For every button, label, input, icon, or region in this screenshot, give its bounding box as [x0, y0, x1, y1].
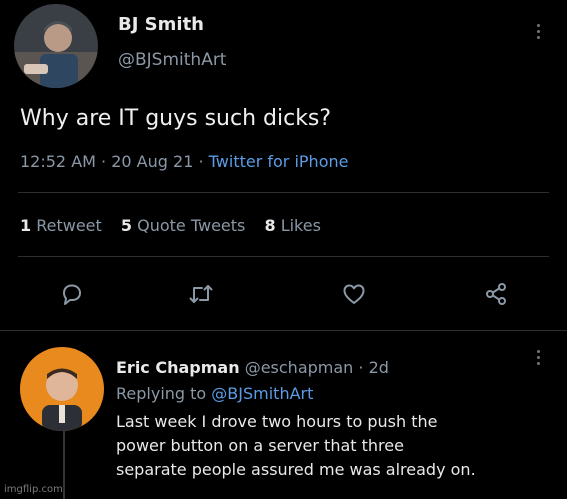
retweet-stat[interactable]: 1 Retweet	[20, 216, 102, 235]
meta-separator: ·	[198, 152, 204, 171]
divider	[18, 192, 549, 193]
author-name[interactable]: BJ Smith	[118, 14, 204, 35]
like-stat[interactable]: 8 Likes	[264, 216, 320, 235]
retweet-icon[interactable]	[187, 280, 215, 308]
more-options-icon[interactable]	[535, 24, 541, 42]
replying-prefix: Replying to	[116, 384, 207, 403]
tweet-meta: 12:52 AM · 20 Aug 21 · Twitter for iPhon…	[20, 152, 348, 171]
like-icon[interactable]	[340, 280, 368, 308]
quote-count: 5	[120, 216, 133, 235]
reply-separator: ·	[358, 358, 364, 377]
meta-separator: ·	[101, 152, 107, 171]
tweet-date[interactable]: 20 Aug 21	[111, 152, 193, 171]
reply-more-options-icon[interactable]	[535, 350, 541, 368]
reply-age[interactable]: 2d	[369, 358, 389, 377]
reply-author-name[interactable]: Eric Chapman	[116, 358, 240, 377]
reply-text: Last week I drove two hours to push the …	[116, 410, 556, 482]
reply-text-line: power button on a server that three	[116, 436, 404, 455]
retweet-count: 1	[20, 216, 32, 235]
reply-author-avatar[interactable]	[20, 347, 104, 431]
reply-icon[interactable]	[58, 280, 86, 308]
divider	[18, 256, 549, 257]
retweet-label: Retweet	[36, 216, 102, 235]
share-icon[interactable]	[482, 280, 510, 308]
reply-header: Eric Chapman @eschapman · 2d	[116, 358, 389, 377]
quote-stat[interactable]: 5 Quote Tweets	[121, 216, 245, 235]
author-avatar[interactable]	[14, 4, 98, 88]
reply-text-line: Last week I drove two hours to push the	[116, 412, 438, 431]
replying-mention[interactable]: @BJSmithArt	[211, 384, 313, 403]
author-handle[interactable]: @BJSmithArt	[118, 50, 226, 70]
reply-author-handle[interactable]: @eschapman	[245, 358, 354, 377]
quote-label: Quote Tweets	[137, 216, 246, 235]
watermark: imgflip.com	[4, 484, 63, 495]
replying-to: Replying to @BJSmithArt	[116, 384, 313, 403]
like-label: Likes	[280, 216, 321, 235]
divider	[0, 330, 567, 331]
reply-text-line: separate people assured me was already o…	[116, 460, 476, 479]
tweet-text: Why are IT guys such dicks?	[20, 106, 332, 131]
tweet-stats: 1 Retweet 5 Quote Tweets 8 Likes	[20, 216, 335, 235]
like-count: 8	[264, 216, 276, 235]
tweet-source[interactable]: Twitter for iPhone	[209, 152, 349, 171]
thread-line	[63, 430, 65, 499]
tweet-time[interactable]: 12:52 AM	[20, 152, 96, 171]
